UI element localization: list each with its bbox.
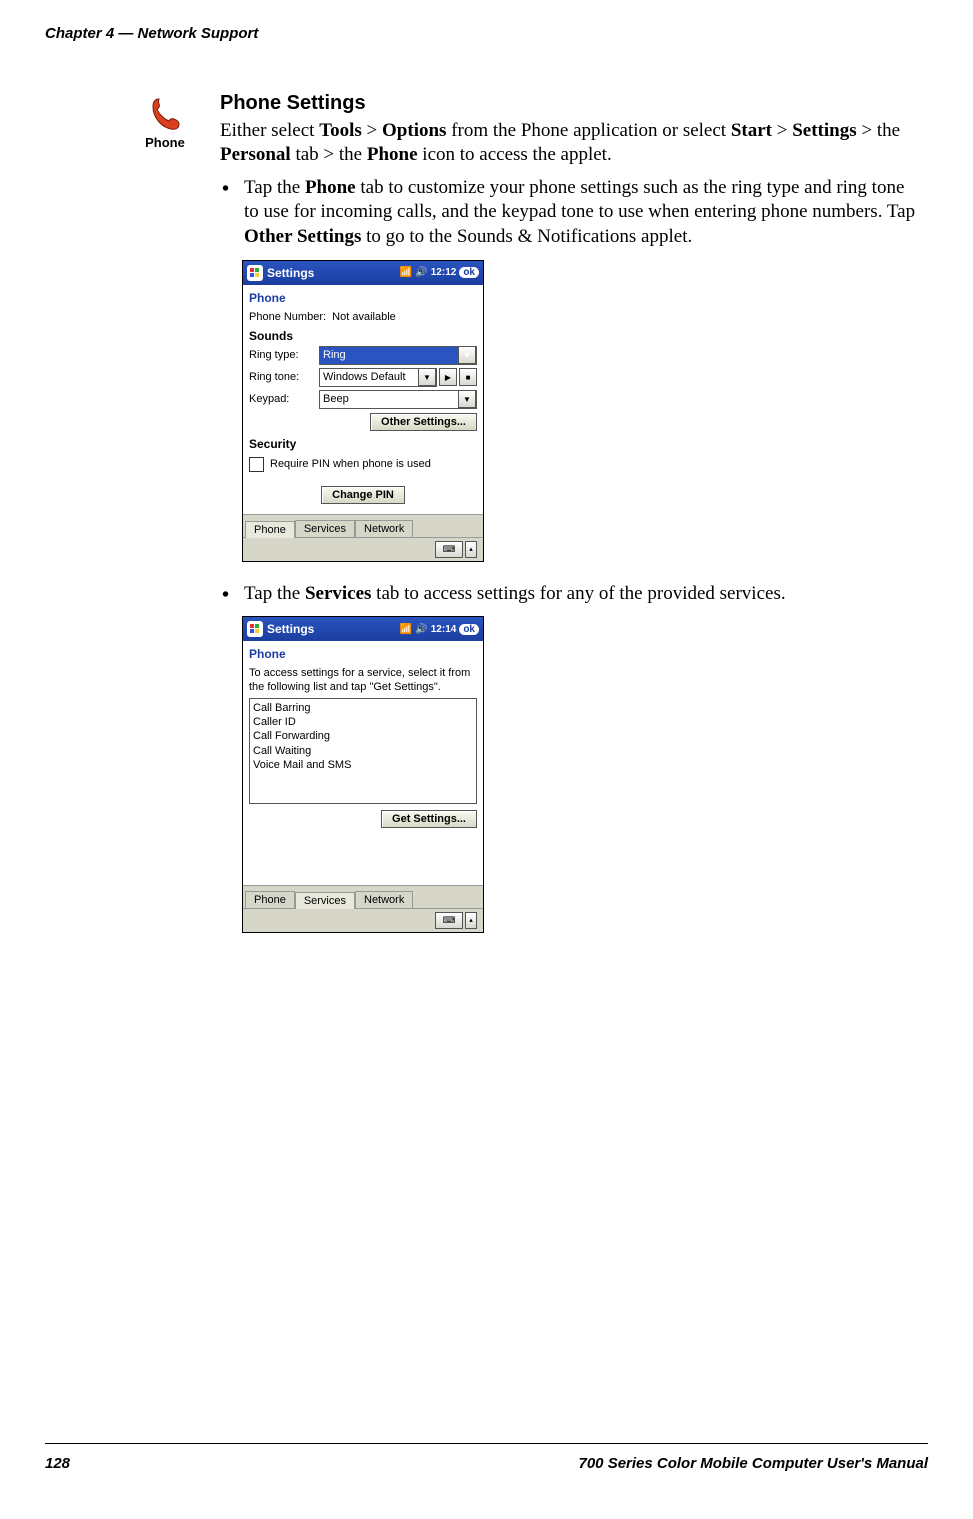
- sip-up-icon[interactable]: ▴: [465, 912, 477, 929]
- list-item[interactable]: Caller ID: [253, 715, 473, 729]
- titlebar: Settings 📶 🔊 12:12 ok: [243, 261, 483, 285]
- chevron-down-icon: ▼: [458, 390, 476, 408]
- ringtone-value: Windows Default: [323, 371, 406, 383]
- tab-network[interactable]: Network: [355, 520, 413, 537]
- ringtype-dropdown[interactable]: Ring ▼: [319, 346, 477, 365]
- page-number: 128: [45, 1455, 70, 1472]
- ringtype-label: Ring type:: [249, 349, 319, 361]
- security-label: Security: [249, 437, 477, 451]
- chevron-down-icon: ▼: [418, 368, 436, 386]
- list-item[interactable]: Voice Mail and SMS: [253, 758, 473, 772]
- tab-services[interactable]: Services: [295, 520, 355, 537]
- volume-icon[interactable]: 🔊: [415, 624, 427, 635]
- ok-button[interactable]: ok: [459, 267, 479, 278]
- stop-button[interactable]: ■: [459, 368, 477, 386]
- require-pin-checkbox[interactable]: [249, 457, 264, 472]
- header-left: Chapter 4 — Network Support: [45, 25, 258, 42]
- panel-heading: Phone: [249, 647, 477, 661]
- tab-network[interactable]: Network: [355, 891, 413, 908]
- panel-heading: Phone: [249, 291, 477, 305]
- tab-services[interactable]: Services: [295, 892, 355, 909]
- start-flag-icon[interactable]: [247, 265, 263, 281]
- screenshot-phone-settings-services-tab: Settings 📶 🔊 12:14 ok Phone To access se…: [242, 616, 484, 932]
- clock: 12:14: [431, 624, 457, 635]
- ringtone-dropdown[interactable]: Windows Default ▼: [319, 368, 437, 387]
- volume-icon[interactable]: 🔊: [415, 267, 427, 278]
- other-settings-button[interactable]: Other Settings...: [370, 413, 477, 431]
- section-title: Phone Settings: [220, 92, 923, 115]
- keypad-dropdown[interactable]: Beep ▼: [319, 390, 477, 409]
- services-listbox[interactable]: Call Barring Caller ID Call Forwarding C…: [249, 698, 477, 804]
- phone-number-label: Phone Number:: [249, 311, 326, 323]
- list-item[interactable]: Call Forwarding: [253, 729, 473, 743]
- tab-phone[interactable]: Phone: [245, 521, 295, 538]
- services-description: To access settings for a service, select…: [249, 667, 477, 693]
- titlebar: Settings 📶 🔊 12:14 ok: [243, 617, 483, 641]
- keypad-label: Keypad:: [249, 393, 319, 405]
- sounds-label: Sounds: [249, 329, 477, 343]
- play-button[interactable]: ▶: [439, 368, 457, 386]
- sip-up-icon[interactable]: ▴: [465, 541, 477, 558]
- chevron-down-icon: ▼: [458, 346, 476, 364]
- phone-applet-icon: Phone: [135, 97, 195, 150]
- intro-paragraph: Either select Tools > Options from the P…: [220, 119, 923, 168]
- list-item[interactable]: Call Waiting: [253, 744, 473, 758]
- signal-icon: 📶: [400, 624, 412, 635]
- keyboard-icon[interactable]: ⌨: [435, 541, 463, 558]
- start-flag-icon[interactable]: [247, 621, 263, 637]
- footer-rule: [45, 1443, 928, 1444]
- bullet-services-tab: Tap the Services tab to access settings …: [220, 582, 923, 607]
- screenshot-phone-settings-phone-tab: Settings 📶 🔊 12:12 ok Phone Phone Number…: [242, 260, 484, 562]
- keypad-value: Beep: [323, 393, 349, 405]
- titlebar-text: Settings: [267, 266, 314, 280]
- manual-title: 700 Series Color Mobile Computer User's …: [579, 1455, 929, 1472]
- phone-number-value: Not available: [332, 311, 396, 323]
- get-settings-button[interactable]: Get Settings...: [381, 810, 477, 828]
- ringtype-value: Ring: [323, 349, 346, 361]
- ringtone-label: Ring tone:: [249, 371, 319, 383]
- require-pin-label: Require PIN when phone is used: [270, 458, 431, 470]
- keyboard-icon[interactable]: ⌨: [435, 912, 463, 929]
- tab-phone[interactable]: Phone: [245, 891, 295, 908]
- ok-button[interactable]: ok: [459, 624, 479, 635]
- titlebar-text: Settings: [267, 622, 314, 636]
- list-item[interactable]: Call Barring: [253, 701, 473, 715]
- clock: 12:12: [431, 267, 457, 278]
- signal-icon: 📶: [400, 267, 412, 278]
- bullet-phone-tab: Tap the Phone tab to customize your phon…: [220, 176, 923, 250]
- phone-icon-label: Phone: [135, 135, 195, 150]
- change-pin-button[interactable]: Change PIN: [321, 486, 405, 504]
